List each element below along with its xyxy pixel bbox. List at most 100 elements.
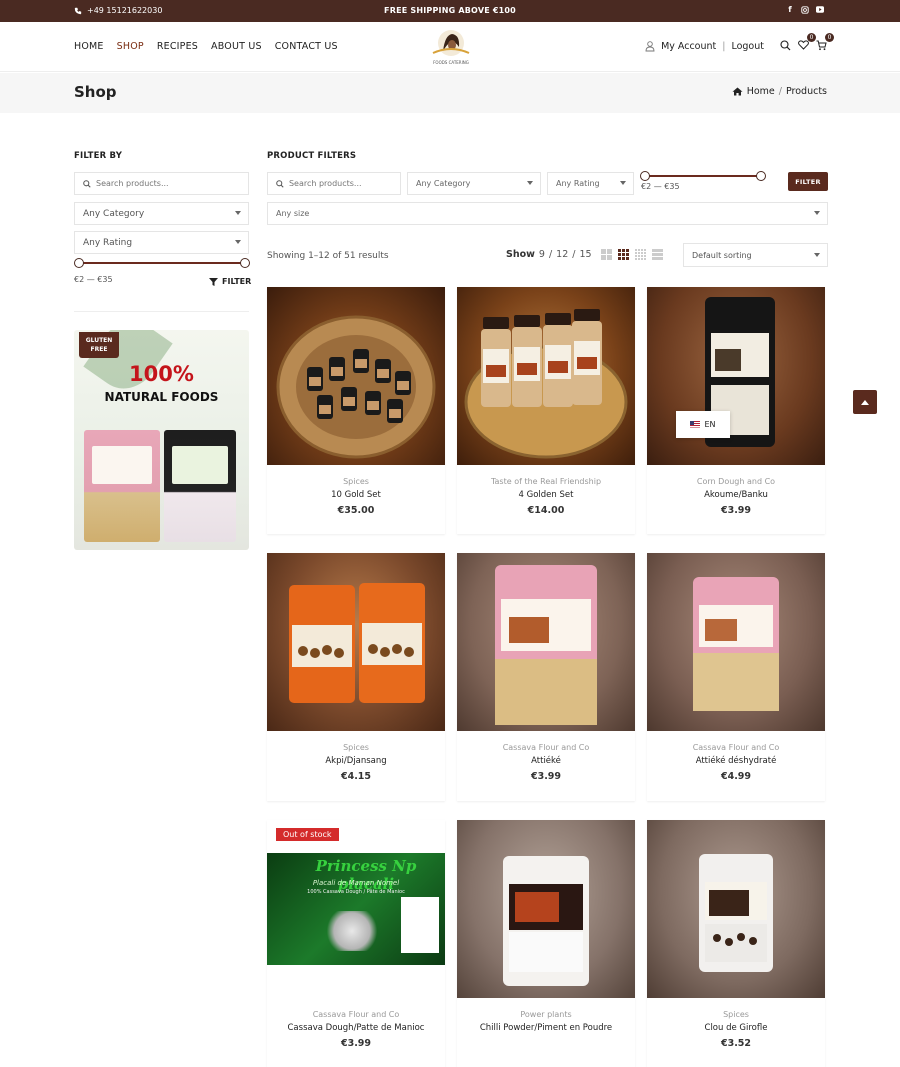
product-image[interactable] [267,553,445,731]
filters-search-input[interactable] [288,179,400,188]
product-category[interactable]: Corn Dough and Co [647,477,825,486]
product-category[interactable]: Taste of the Real Friendship [457,477,635,486]
product-category[interactable]: Spices [647,1010,825,1019]
cart-icon[interactable]: 0 [816,33,834,52]
price-slider-track [644,175,762,177]
price-min-handle[interactable] [74,258,84,268]
placali-bowl [322,911,382,951]
filters-category-value: Any Category [416,179,471,188]
sidebar-category-select[interactable]: Any Category [74,202,249,225]
filters-category-select[interactable]: Any Category [407,172,541,195]
product-image[interactable] [457,553,635,731]
price-max-handle[interactable] [240,258,250,268]
youtube-icon[interactable] [816,5,824,14]
nav-recipes[interactable]: RECIPES [157,41,198,52]
sidebar-category-value: Any Category [83,208,145,219]
sidebar-divider [74,311,249,312]
nav-about-us[interactable]: ABOUT US [211,41,262,52]
filters-size-select[interactable]: Any size [267,202,828,225]
product-category[interactable]: Cassava Flour and Co [267,1010,445,1019]
per-page-9[interactable]: 9 [539,249,545,260]
filters-rating-select[interactable]: Any Rating [547,172,634,195]
sidebar-rating-value: Any Rating [83,237,133,248]
list-view-icon[interactable] [652,249,663,260]
facebook-icon[interactable]: f [786,5,794,14]
logout-link[interactable]: Logout [731,41,764,52]
product-image[interactable] [647,553,825,731]
product-price: €14.00 [527,505,565,516]
chevron-down-icon [235,240,241,244]
product-image[interactable] [267,287,445,465]
price-max-handle[interactable] [756,171,766,181]
filters-price-slider[interactable] [640,171,766,181]
account-separator: | [722,40,726,52]
product-name[interactable]: Attiéké déshydraté [647,756,825,766]
product-filters-title: PRODUCT FILTERS [267,151,357,161]
grid-3-icon[interactable] [618,249,629,260]
product-card[interactable]: Spices Clou de Girofle €3.52 [647,820,825,1067]
badge-line-2: FREE [90,346,108,353]
promo-banner[interactable]: GLUTEN FREE 100% NATURAL FOODS [74,330,249,550]
product-name[interactable]: Akoume/Banku [647,490,825,500]
wishlist-count-badge: 0 [807,33,816,42]
grid-4-icon[interactable] [635,249,646,260]
product-name[interactable]: Akpi/Djansang [267,756,445,766]
nutrition-label [401,897,439,953]
product-card[interactable]: Power plants Chilli Powder/Piment en Pou… [457,820,635,1067]
grid-2-icon[interactable] [601,249,612,260]
nav-home[interactable]: HOME [74,41,104,52]
nav-contact-us[interactable]: CONTACT US [275,41,338,52]
sidebar-price-slider[interactable] [74,258,250,268]
us-flag-icon [690,421,701,428]
product-category[interactable]: Power plants [457,1010,635,1019]
price-min-handle[interactable] [640,171,650,181]
product-image[interactable] [457,287,635,465]
product-card[interactable]: Cassava Flour and Co Attiéké €3.99 [457,553,635,801]
shipping-notice: FREE SHIPPING ABOVE €100 [384,6,516,15]
social-links: f [786,5,824,14]
sidebar-rating-select[interactable]: Any Rating [74,231,249,254]
search-icon[interactable] [780,40,792,52]
product-name[interactable]: 10 Gold Set [267,490,445,500]
sidebar-filter-button[interactable]: FILTER [209,277,251,286]
breadcrumb-home[interactable]: Home [747,86,775,97]
product-card[interactable]: Corn Dough and Co Akoume/Banku €3.99 [647,287,825,534]
product-category[interactable]: Cassava Flour and Co [647,743,825,752]
product-name[interactable]: 4 Golden Set [457,490,635,500]
language-switcher[interactable]: EN [676,411,730,438]
scroll-to-top-button[interactable] [853,390,877,414]
filter-button[interactable]: FILTER [788,172,828,191]
product-image[interactable] [647,820,825,998]
product-name[interactable]: Clou de Girofle [647,1023,825,1033]
view-mode-switcher [601,249,663,260]
instagram-icon[interactable] [801,5,809,14]
product-name[interactable]: Chilli Powder/Piment en Poudre [457,1023,635,1033]
product-category[interactable]: Cassava Flour and Co [457,743,635,752]
sidebar-search-input[interactable] [96,179,245,188]
product-name[interactable]: Attiéké [457,756,635,766]
product-image[interactable]: Princess Np placali Placali de Maman Nom… [267,820,445,998]
product-card[interactable]: Spices 10 Gold Set €35.00 [267,287,445,534]
sorting-select[interactable]: Default sorting [683,243,828,267]
chevron-down-icon [814,211,820,215]
per-page-12[interactable]: 12 [556,249,568,260]
placali-subtitle-2: 100% Cassava Dough / Pâte de Manioc [307,889,405,895]
product-card[interactable]: Spices Akpi/Djansang €4.15 [267,553,445,801]
price-slider-track [78,262,246,264]
product-category[interactable]: Spices [267,743,445,752]
product-image[interactable] [647,287,825,465]
product-card[interactable]: Cassava Flour and Co Attiéké déshydraté … [647,553,825,801]
per-page-15[interactable]: 15 [579,249,591,260]
wishlist-icon[interactable]: 0 [798,33,816,52]
filters-search-field[interactable] [267,172,401,195]
product-card[interactable]: Taste of the Real Friendship 4 Golden Se… [457,287,635,534]
product-category[interactable]: Spices [267,477,445,486]
breadcrumb-current: Products [785,86,827,97]
my-account-link[interactable]: My Account [661,41,716,52]
product-name[interactable]: Cassava Dough/Patte de Manioc [267,1023,445,1033]
product-image[interactable] [457,820,635,998]
sidebar-search-field[interactable] [74,172,249,195]
nav-shop[interactable]: SHOP [117,41,144,52]
site-logo[interactable]: FOODS CATERING [425,27,477,67]
product-card[interactable]: Princess Np placali Placali de Maman Nom… [267,820,445,1067]
